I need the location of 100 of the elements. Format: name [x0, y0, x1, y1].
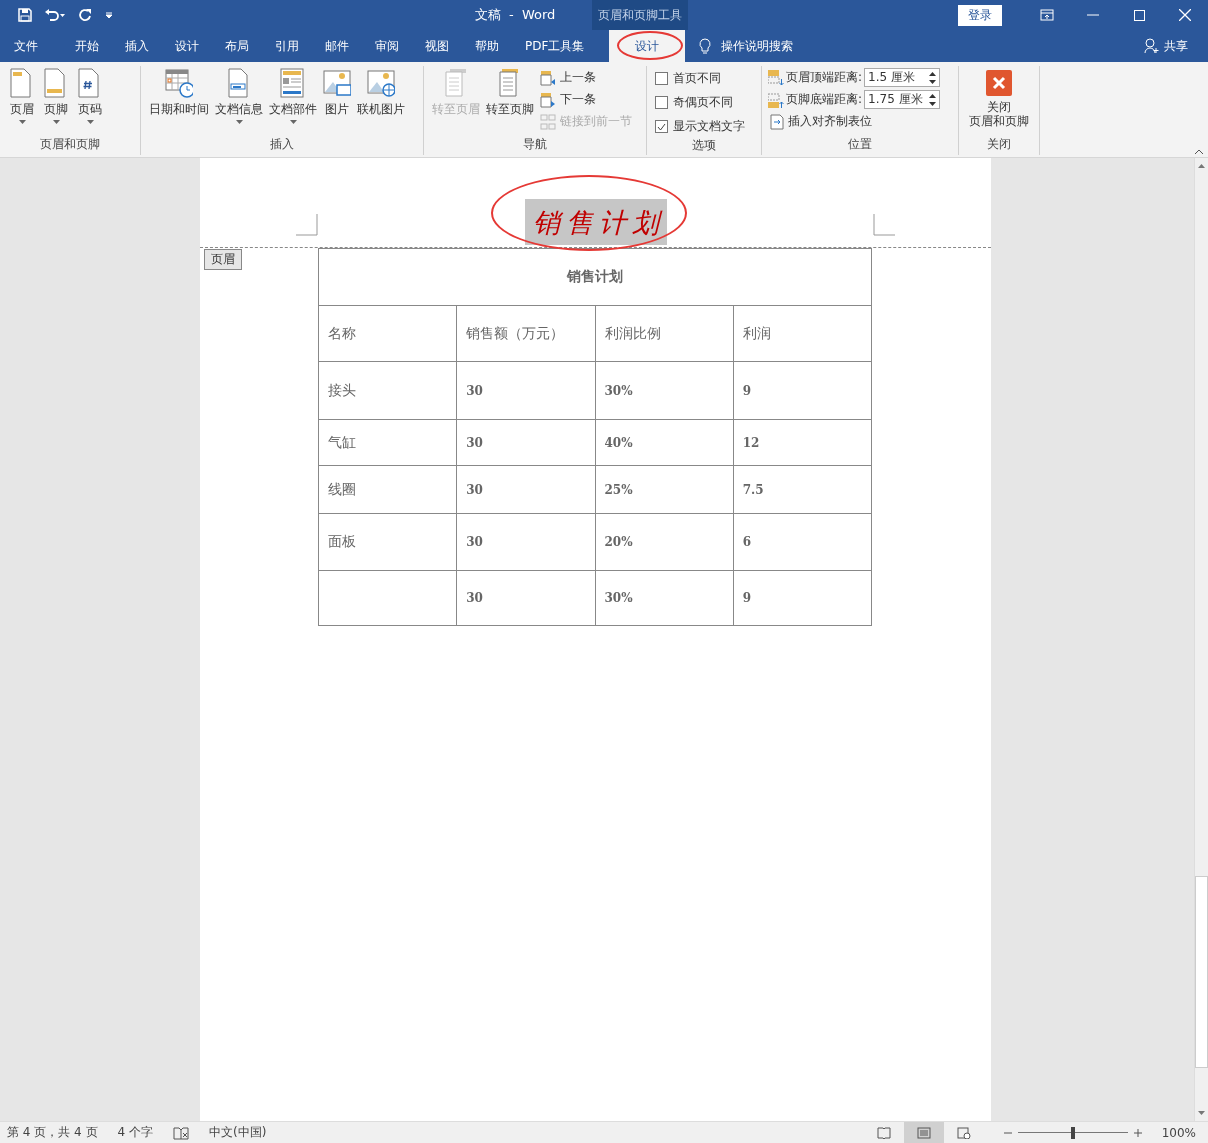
column-header: 利润 — [733, 305, 872, 362]
page-info[interactable]: 第 4 页，共 4 页 — [7, 1124, 98, 1141]
ribbon-button[interactable]: 页眉 — [6, 66, 38, 127]
table-cell: 30 — [456, 361, 595, 420]
table-cell: 30 — [456, 570, 595, 626]
ribbon-tab[interactable]: 引用 — [262, 30, 312, 62]
read-mode-icon — [876, 1126, 891, 1139]
table-cell: 9 — [733, 570, 872, 626]
number-field[interactable]: 1.75 厘米 — [864, 90, 941, 109]
window-title: 文稿 - Word — [473, 6, 557, 24]
ribbon-tab[interactable]: 设计 — [609, 30, 686, 62]
ribbon-button[interactable]: 页码 — [74, 66, 106, 127]
maximize-icon[interactable] — [1133, 9, 1145, 21]
spinner-label: 页眉顶端距离: — [786, 69, 863, 86]
ribbon-tab[interactable]: 插入 — [112, 30, 162, 62]
close-icon — [986, 70, 1012, 96]
undo-icon[interactable] — [44, 8, 66, 22]
ribbon-button[interactable]: 下一条 — [538, 90, 634, 109]
table-cell: 6 — [733, 513, 872, 571]
header-text: 销售计划 — [524, 199, 667, 245]
ribbon-tab[interactable]: 视图 — [412, 30, 462, 62]
next-icon — [540, 91, 556, 108]
table-cell: 30 — [456, 419, 595, 466]
ribbon-button[interactable]: 上一条 — [538, 68, 634, 87]
table-cell: 9 — [733, 361, 872, 420]
person-add-icon[interactable] — [1144, 38, 1160, 54]
close-header-footer-button[interactable]: 关闭 页眉和页脚 — [967, 66, 1031, 131]
table-cell: 30 — [456, 513, 595, 571]
column-header: 利润比例 — [595, 305, 734, 362]
scrollbar-thumb[interactable] — [1195, 876, 1208, 1068]
save-icon[interactable] — [18, 8, 32, 22]
collapse-ribbon-icon[interactable] — [1194, 149, 1204, 155]
tab-stop-icon — [770, 113, 784, 130]
ribbon-button[interactable]: 联机图片 — [355, 66, 407, 119]
group-label: 插入 — [269, 136, 295, 153]
ribbon-button[interactable]: 文档部件 — [267, 66, 319, 127]
picture-icon — [323, 68, 351, 98]
zoom-level[interactable]: 100% — [1161, 1125, 1196, 1140]
print-layout-icon — [916, 1126, 931, 1139]
table-cell: 30% — [595, 570, 734, 626]
scroll-up-icon[interactable] — [1198, 164, 1205, 168]
margin-corner-icon — [296, 214, 318, 236]
ribbon-tab[interactable]: 设计 — [162, 30, 212, 62]
ribbon-tab[interactable]: 文件 — [0, 30, 62, 62]
ribbon-display-icon[interactable] — [1040, 9, 1054, 21]
ribbon-tab[interactable]: PDF工具集 — [512, 30, 598, 62]
login-button[interactable]: 登录 — [958, 4, 1002, 26]
header-top-icon — [768, 69, 784, 86]
checkbox[interactable] — [655, 72, 668, 85]
ribbon-button[interactable]: 文档信息 — [213, 66, 265, 127]
group-label: 导航 — [522, 136, 548, 153]
close-icon[interactable] — [1179, 9, 1191, 21]
word-count[interactable]: 4 个字 — [117, 1124, 153, 1141]
table-cell: 接头 — [318, 361, 457, 420]
spinner-arrows-icon[interactable] — [929, 71, 937, 84]
redo-icon[interactable] — [78, 8, 92, 22]
ribbon-button[interactable]: 插入对齐制表位 — [768, 112, 941, 131]
column-header: 名称 — [318, 305, 457, 362]
spinner-label: 页脚底端距离: — [786, 91, 863, 108]
ribbon-tab[interactable]: 帮助 — [462, 30, 512, 62]
context-tab-label: 页眉和页脚工具 — [592, 0, 688, 30]
table-cell: 20% — [595, 513, 734, 571]
checkbox[interactable] — [655, 96, 668, 109]
customize-icon[interactable] — [104, 10, 114, 20]
ribbon-tab[interactable]: 开始 — [62, 30, 112, 62]
number-field[interactable]: 1.5 厘米 — [864, 68, 941, 87]
table-cell: 12 — [733, 419, 872, 466]
tell-me-search[interactable]: 操作说明搜索 — [721, 37, 794, 55]
checkbox-label: 奇偶页不同 — [673, 94, 733, 111]
previous-icon — [540, 69, 556, 86]
link-icon — [540, 113, 556, 130]
table-cell: 25% — [595, 465, 734, 514]
lightbulb-icon — [699, 38, 712, 54]
ribbon-button[interactable]: 页脚 — [40, 66, 72, 127]
table-cell: 线圈 — [318, 465, 457, 514]
table-cell: 气缸 — [318, 419, 457, 466]
checkbox-label: 显示文档文字 — [673, 118, 745, 135]
ribbon-tab[interactable]: 邮件 — [312, 30, 362, 62]
ribbon-button[interactable]: 日期和时间 — [147, 66, 211, 119]
document-parts-icon — [279, 68, 307, 98]
column-header: 销售额（万元） — [456, 305, 595, 362]
highlight-ellipse — [617, 31, 684, 60]
proofing-icon[interactable] — [173, 1125, 189, 1140]
ribbon-tab[interactable]: 布局 — [212, 30, 262, 62]
online-picture-icon — [367, 68, 395, 98]
group-label: 位置 — [847, 136, 873, 153]
ribbon-button[interactable]: 转至页脚 — [484, 66, 536, 119]
zoom-in-icon[interactable] — [1133, 1128, 1142, 1137]
scroll-down-icon[interactable] — [1198, 1111, 1205, 1115]
calendar-clock-icon — [165, 68, 193, 98]
checkbox-label: 首页不同 — [673, 70, 721, 87]
table-cell: 40% — [595, 419, 734, 466]
checkbox[interactable] — [655, 120, 668, 133]
language[interactable]: 中文(中国) — [209, 1124, 267, 1141]
share-button[interactable]: 共享 — [1164, 37, 1188, 55]
ribbon-button[interactable]: 图片 — [321, 66, 353, 119]
table-cell: 30% — [595, 361, 734, 420]
view-button[interactable] — [903, 1122, 944, 1143]
spinner-arrows-icon[interactable] — [929, 93, 937, 106]
ribbon-tab[interactable]: 审阅 — [362, 30, 412, 62]
